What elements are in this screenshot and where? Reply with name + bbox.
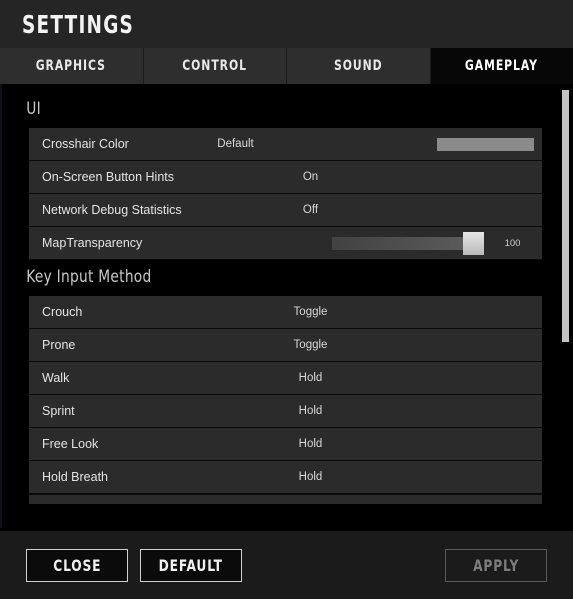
window-titlebar: SETTINGS [0,0,573,48]
settings-row[interactable]: Crouch Toggle [29,296,542,329]
settings-row-value: Toggle [293,306,328,318]
settings-row[interactable]: Prone Toggle [29,329,542,362]
settings-row-label: MapTransparency [42,236,143,250]
settings-row[interactable]: On-Screen Button Hints On [29,161,542,194]
default-button[interactable]: DEFAULT [140,548,242,582]
slider-handle[interactable] [463,231,484,255]
section-header: Key Input Method [26,267,152,287]
settings-row-label: Sprint [42,404,75,418]
apply-button-label: APPLY [472,555,520,575]
settings-row[interactable]: Sprint Hold [29,395,542,428]
close-button-label: CLOSE [52,555,102,575]
tab-gameplay[interactable]: GAMEPLAY [430,48,573,84]
settings-row-value: Toggle [293,339,328,351]
settings-row-label: Network Debug Statistics [42,203,182,217]
settings-scrollview: UI Crosshair Color Default On-Screen Button… [2,84,573,528]
section-header: UI [26,99,41,119]
color-swatch[interactable] [437,137,534,151]
settings-footer: CLOSE DEFAULT APPLY [0,528,573,599]
slider-value: 100 [504,237,521,249]
settings-tabbar: GRAPHICS CONTROL SOUND GAMEPLAY [0,48,573,84]
settings-row-value: Hold [298,405,323,417]
settings-row-partial[interactable] [29,494,542,504]
slider-control[interactable]: 100 [332,231,536,255]
settings-scrollbar-track[interactable] [562,90,569,524]
settings-row-value: Hold [298,438,323,450]
tab-label: CONTROL [182,58,248,74]
settings-row-label: On-Screen Button Hints [42,170,175,184]
settings-row[interactable]: Crosshair Color Default [29,128,542,161]
tab-label: SOUND [333,58,383,74]
tab-graphics[interactable]: GRAPHICS [0,48,144,84]
settings-row[interactable]: Hold Breath Hold [29,461,542,494]
settings-scrollbar-thumb[interactable] [562,90,569,342]
settings-row-label: Prone [42,338,76,352]
settings-row[interactable]: MapTransparency 100 [29,227,542,260]
settings-row[interactable]: Free Look Hold [29,428,542,461]
tab-label: GRAPHICS [36,58,107,74]
settings-body: UI Crosshair Color Default On-Screen Button… [0,84,573,528]
slider-track[interactable] [332,231,484,255]
tab-label: GAMEPLAY [465,58,539,74]
settings-row-value: Hold [298,372,323,384]
settings-row[interactable]: Network Debug Statistics Off [29,194,542,227]
settings-row[interactable]: Walk Hold [29,362,542,395]
tab-sound[interactable]: SOUND [287,48,431,84]
settings-row-label: Free Look [42,437,99,451]
settings-row-label: Crosshair Color [42,137,129,151]
settings-row-label: Crouch [42,305,83,319]
close-button[interactable]: CLOSE [26,548,128,582]
apply-button: APPLY [445,548,547,582]
page-title: SETTINGS [22,9,135,39]
settings-row-value: Hold [298,471,323,483]
settings-row-label: Walk [42,371,70,385]
tab-control[interactable]: CONTROL [143,48,287,84]
default-button-label: DEFAULT [158,555,224,575]
settings-window: SETTINGS GRAPHICS CONTROL SOUND GAMEPLAY UI… [0,0,573,599]
settings-row-label: Hold Breath [42,470,109,484]
